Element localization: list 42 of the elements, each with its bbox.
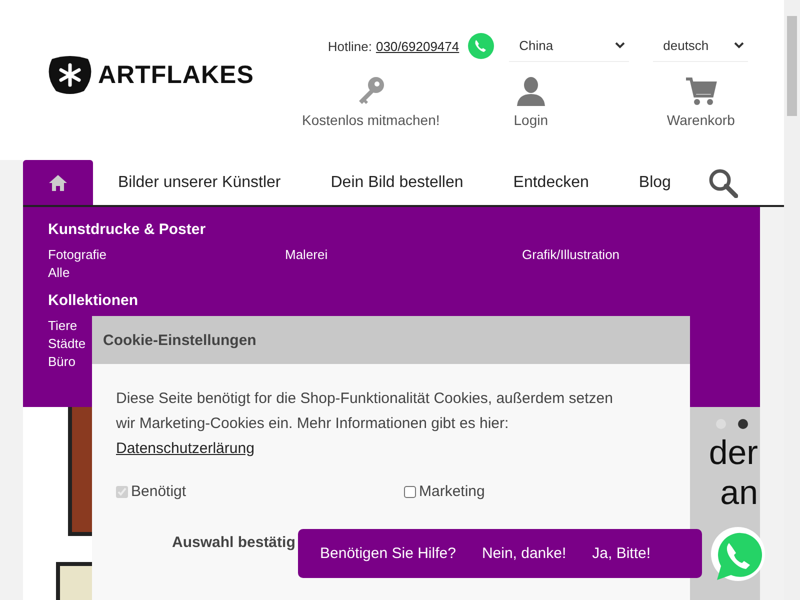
whatsapp-icon[interactable] (467, 32, 496, 60)
chevron-icon (615, 42, 626, 49)
scrollbar-thumb[interactable] (787, 16, 797, 116)
nav-tab[interactable]: Bilder unserer Künstler (93, 160, 306, 205)
search-icon (708, 168, 738, 198)
action-link[interactable]: Login (514, 112, 548, 128)
banner-text: an (720, 473, 758, 513)
menu-link[interactable]: Malerei (285, 246, 522, 264)
home-icon (48, 174, 68, 192)
menu-link[interactable]: Grafik/Illustration (522, 246, 759, 264)
decline-button[interactable]: Nein, danke! (482, 545, 566, 562)
menu-heading[interactable]: Kunstdrucke & Poster (48, 221, 735, 238)
checkbox[interactable] (404, 486, 416, 498)
banner-text: der (708, 433, 758, 473)
carousel-dot[interactable] (738, 419, 748, 429)
menu-link[interactable]: Fotografie (48, 246, 285, 264)
menu-heading[interactable]: Kollektionen (48, 292, 735, 309)
nav-tab[interactable]: Blog (614, 160, 696, 205)
confirm-button[interactable]: Auswahl bestätig (172, 534, 296, 551)
checkbox-label: Benötigt (131, 483, 186, 500)
nav-tab[interactable]: Dein Bild bestellen (306, 160, 488, 205)
language-select[interactable]: deutsch (653, 30, 748, 62)
chevron-icon (734, 42, 744, 49)
accept-button[interactable]: Ja, Bitte! (592, 545, 651, 562)
checkbox-label: Marketing (419, 483, 485, 500)
menu-link[interactable]: Alle (48, 264, 285, 282)
help-question: Benötigen Sie Hilfe? (320, 545, 456, 562)
logo-icon (46, 55, 94, 95)
whatsapp-icon[interactable] (709, 526, 767, 584)
user-icon[interactable] (516, 76, 546, 106)
dialog-text: Diese Seite benötigt for die Shop-Funktionalität Cookies, außerdem setzen wir Marketing-Cookies ein. Mehr Informationen gibt es hier: Datenschutzerlärung (116, 389, 614, 459)
action-link[interactable]: Warenkorb (666, 112, 735, 128)
hotline-link[interactable]: 030/69209474 (376, 38, 460, 54)
logo-text[interactable]: ARTFLAKES (98, 60, 254, 90)
hotline-label: Hotline: (328, 38, 372, 54)
country-select[interactable]: China (509, 30, 630, 62)
privacy-link[interactable]: Datenschutzerlärung (116, 440, 254, 457)
nav-tab[interactable]: Entdecken (488, 160, 614, 205)
home-tab[interactable] (23, 160, 93, 205)
cart-icon[interactable] (684, 76, 717, 106)
dialog-title: Cookie-Einstellungen (92, 316, 690, 364)
action-link[interactable]: Kostenlos mitmachen! (302, 112, 440, 128)
